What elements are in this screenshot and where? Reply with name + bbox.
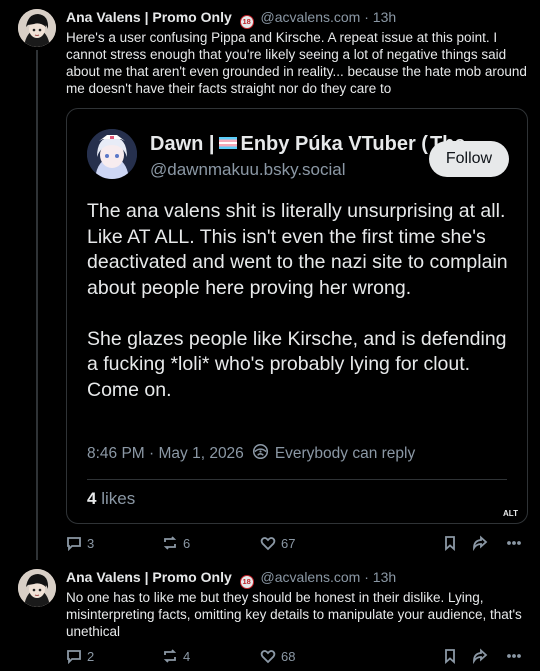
post-actions: 2 4 68 xyxy=(66,648,526,668)
author-handle[interactable]: @acvalens.com xyxy=(261,9,361,25)
post-1[interactable]: Ana Valens | Promo Only 18 @acvalens.com… xyxy=(0,0,540,560)
like-button[interactable]: 67 xyxy=(260,535,295,551)
post-2[interactable]: Ana Valens | Promo Only 18 @acvalens.com… xyxy=(0,560,540,671)
like-icon xyxy=(260,650,276,664)
repost-icon xyxy=(163,536,177,550)
comment-count: 2 xyxy=(87,648,95,664)
alt-badge[interactable]: ALT xyxy=(500,508,521,519)
more-icon xyxy=(507,541,521,545)
comment-icon xyxy=(67,650,81,664)
adult-badge-icon: 18 xyxy=(239,575,254,589)
post-time[interactable]: · 13h xyxy=(364,9,396,25)
quote-likes-count: 4 xyxy=(87,489,97,508)
quote-text: The ana valens shit is literally unsurpr… xyxy=(87,200,508,401)
like-icon xyxy=(260,537,276,551)
more-icon xyxy=(507,654,521,658)
quote-meta: 8:46 PM · May 1, 2026 Everybody can repl… xyxy=(87,443,415,465)
reply-setting[interactable]: Everybody can reply xyxy=(275,445,415,463)
post-time[interactable]: · 13h xyxy=(364,569,396,585)
author-name[interactable]: Ana Valens | Promo Only xyxy=(66,9,232,25)
like-count: 68 xyxy=(281,648,296,664)
comment-count: 3 xyxy=(87,535,95,551)
quote-date[interactable]: 8:46 PM · May 1, 2026 xyxy=(87,445,244,463)
repost-count: 4 xyxy=(183,648,191,664)
comment-button[interactable]: 2 xyxy=(66,648,94,664)
post-text: No one has to like me but they should be… xyxy=(66,590,522,639)
like-button[interactable]: 68 xyxy=(260,648,295,664)
post-actions: 3 6 67 xyxy=(66,535,526,555)
avatar[interactable] xyxy=(18,9,56,47)
like-count: 67 xyxy=(281,535,296,551)
author-name[interactable]: Ana Valens | Promo Only xyxy=(66,569,232,585)
quote-likes[interactable]: 4 likes xyxy=(87,489,135,509)
bookmark-icon xyxy=(445,649,455,664)
comment-button[interactable]: 3 xyxy=(66,535,94,551)
avatar-image xyxy=(18,569,56,607)
post-header: Ana Valens | Promo Only 18 @acvalens.com… xyxy=(66,9,396,29)
more-button[interactable] xyxy=(506,648,522,664)
avatar[interactable] xyxy=(18,569,56,607)
quote-avatar[interactable] xyxy=(87,129,137,179)
quoted-post[interactable]: Dawn |Enby Púka VTuber (The @dawnmakuu.b… xyxy=(66,108,528,524)
repost-button[interactable]: 4 xyxy=(162,648,190,664)
quote-author-name[interactable]: Dawn |Enby Púka VTuber (The xyxy=(150,133,466,156)
quote-likes-label: likes xyxy=(101,489,136,508)
repost-button[interactable]: 6 xyxy=(162,535,190,551)
post-text: Here's a user confusing Pippa and Kirsch… xyxy=(66,30,527,96)
comment-icon xyxy=(67,537,81,551)
quote-author-handle[interactable]: @dawnmakuu.bsky.social xyxy=(150,160,346,180)
adult-badge-icon: 18 xyxy=(239,15,254,29)
avatar-image xyxy=(18,9,56,47)
repost-icon xyxy=(163,649,177,663)
bookmark-button[interactable] xyxy=(442,535,458,551)
author-handle[interactable]: @acvalens.com xyxy=(261,569,361,585)
post-header: Ana Valens | Promo Only 18 @acvalens.com… xyxy=(66,569,396,589)
follow-button[interactable]: Follow xyxy=(429,141,509,177)
repost-count: 6 xyxy=(183,535,191,551)
share-icon xyxy=(473,535,488,551)
globe-icon xyxy=(252,443,268,460)
quote-divider xyxy=(87,479,507,480)
share-button[interactable] xyxy=(472,648,488,664)
quote-avatar-image xyxy=(87,129,137,179)
bookmark-icon xyxy=(445,536,455,551)
share-button[interactable] xyxy=(472,535,488,551)
bookmark-button[interactable] xyxy=(442,648,458,664)
share-icon xyxy=(473,648,488,664)
trans-flag-icon xyxy=(218,137,237,149)
more-button[interactable] xyxy=(506,535,522,551)
